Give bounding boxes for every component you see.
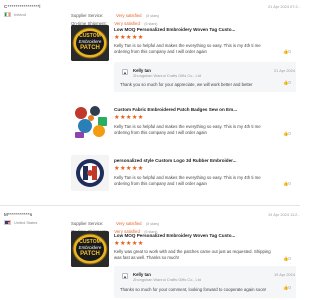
reply-date: 19 Apr 2024 [274, 272, 295, 277]
review-date: 19 Apr 2024 11:2... [268, 212, 300, 217]
star-rating: ★★★★★ [114, 34, 144, 41]
reply-text: Thank you so much for your appreciate, w… [120, 82, 253, 87]
supplier-logo-icon: ▲ [122, 273, 128, 279]
supplier-reply: ▲ Kelly tan Zhongshan Wanrui Crafts Gift… [114, 266, 296, 298]
on-time-value: Very satisfied [114, 21, 140, 26]
country-label: United States [14, 220, 38, 225]
helpful-count: 0 [288, 80, 291, 85]
helpful-count: 0 [288, 131, 291, 136]
thumb-line-2: Embroidere [78, 245, 102, 250]
reviewer-name: C****************l [4, 4, 41, 9]
helpful-button[interactable]: 👍0 [283, 256, 291, 262]
thumb-line-3: PATCH [80, 251, 100, 257]
thumb-line-2: Embroidere [78, 39, 102, 44]
patch-collage-icon [71, 104, 109, 140]
reply-text: Thanks so much for your comment, looking… [120, 287, 267, 292]
review-text: Kelly Tan is so helpful and makes the ev… [114, 43, 261, 54]
helpful-count: 0 [288, 49, 291, 54]
helpful-button[interactable]: 👍0 [283, 131, 291, 137]
us-flag-icon [4, 220, 11, 226]
helpful-count: 0 [288, 285, 291, 290]
helpful-button[interactable]: 👍0 [283, 181, 291, 187]
review-text: Kelly Tan is so helpful and makes the ev… [114, 124, 261, 135]
product-thumbnail[interactable]: CUSTOM Embroidere PATCH [71, 25, 109, 61]
helpful-count: 0 [288, 181, 291, 186]
country-label: Ireland [14, 12, 26, 17]
helpful-button[interactable]: 👍0 [283, 49, 291, 55]
reply-helpful-button[interactable]: 👍0 [283, 285, 291, 291]
rubber-patch-icon [71, 155, 109, 191]
product-title[interactable]: personalized style Custom Logo 3d Rubber… [114, 158, 237, 163]
ireland-flag-icon [4, 12, 11, 18]
product-thumbnail[interactable] [71, 104, 109, 140]
supplier-logo-icon: ▲ [122, 69, 128, 75]
product-title[interactable]: Low MOQ Personalized Embroidery Woven Ta… [114, 27, 235, 32]
reply-helpful-button[interactable]: 👍0 [283, 80, 291, 86]
review-text: Kelly Tan is so helpful and makes the ev… [114, 175, 261, 186]
review-divider [0, 205, 300, 206]
reply-company: Zhongshan Wanrui Crafts Gifts Co., Ltd [133, 277, 201, 282]
star-rating: ★★★★★ [114, 114, 144, 121]
star-rating: ★★★★★ [114, 240, 144, 247]
reply-company: Zhongshan Wanrui Crafts Gifts Co., Ltd [133, 73, 201, 78]
thumb-line-3: PATCH [80, 45, 100, 51]
star-rating: ★★★★★ [114, 165, 144, 172]
reviewer-name: M***********s [4, 212, 33, 217]
on-time-stars: (5 stars) [144, 22, 158, 26]
product-title[interactable]: Low MOQ Personalized Embroidery Woven Ta… [114, 233, 235, 238]
helpful-count: 0 [288, 256, 291, 261]
product-thumbnail[interactable]: CUSTOM Embroidere PATCH [71, 231, 109, 267]
review-text: Kelly was great to work with and the pat… [114, 249, 271, 260]
supplier-reply: ▲ Kelly tan Zhongshan Wanrui Crafts Gift… [114, 62, 296, 92]
review-date: 21 Apr 2024 07:2... [268, 4, 300, 9]
reviewer-country: United States [4, 220, 38, 226]
product-title[interactable]: Custom Fabric Embroidered Patch Badges S… [114, 107, 237, 112]
reviewer-country: Ireland [4, 12, 26, 18]
product-thumbnail[interactable] [71, 155, 109, 191]
reply-date: 21 Apr 2024 [274, 68, 295, 73]
